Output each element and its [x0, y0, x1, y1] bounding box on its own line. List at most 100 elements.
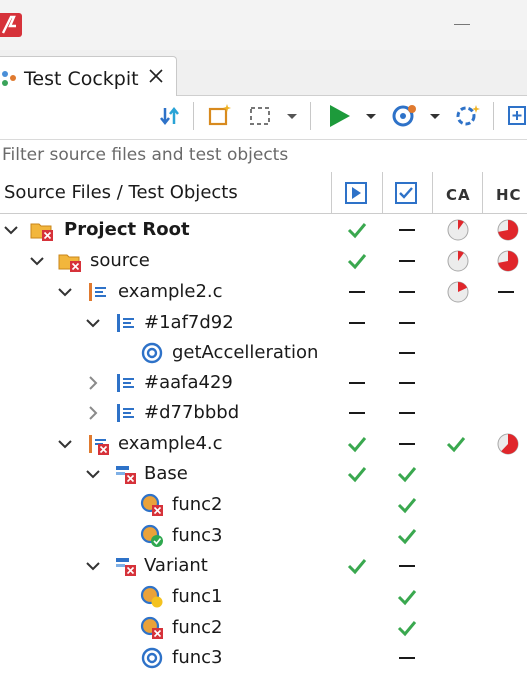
- column-header: Source Files / Test Objects CA HC: [0, 172, 527, 214]
- result-status: [397, 587, 417, 607]
- tree-row[interactable]: example4.c: [0, 429, 527, 459]
- chevron-down-icon[interactable]: [84, 314, 102, 332]
- tree-row[interactable]: #d77bbbd: [0, 398, 527, 428]
- hc-coverage: [496, 403, 516, 423]
- select-frame-icon[interactable]: [248, 100, 274, 132]
- node-label: #1af7d92: [144, 312, 234, 333]
- ca-coverage: [446, 648, 466, 668]
- hc-coverage: [496, 648, 516, 668]
- node-label: Variant: [144, 555, 208, 576]
- run-status: [347, 556, 367, 576]
- chevron-right-icon[interactable]: [84, 374, 102, 392]
- function-target-icon: [140, 341, 164, 365]
- ca-coverage-pie: [446, 218, 470, 242]
- ca-coverage: [446, 373, 466, 393]
- result-status: [397, 495, 417, 515]
- run-status: [347, 648, 367, 668]
- hc-coverage-pie: [496, 249, 520, 273]
- tree-row[interactable]: Base: [0, 459, 527, 489]
- result-status: [397, 618, 417, 638]
- node-label: func2: [172, 494, 223, 515]
- source-file-error-icon: [86, 432, 110, 456]
- node-label: getAccelleration: [172, 342, 319, 363]
- run-status: [347, 526, 367, 546]
- function-failed-icon: [140, 616, 164, 640]
- new-folder-icon[interactable]: [206, 100, 234, 132]
- hc-coverage: [496, 495, 516, 515]
- node-label: Base: [144, 463, 188, 484]
- result-status: [397, 313, 417, 333]
- ca-coverage: [446, 313, 466, 333]
- coverage-icon[interactable]: [390, 100, 418, 132]
- hc-coverage: [496, 373, 516, 393]
- tree-row[interactable]: source: [0, 246, 527, 276]
- generate-icon[interactable]: [452, 100, 482, 132]
- column-divider[interactable]: [482, 172, 483, 213]
- tree-row[interactable]: func3: [0, 643, 527, 673]
- run-status: [347, 464, 367, 484]
- result-column-icon[interactable]: [394, 181, 418, 205]
- column-divider[interactable]: [331, 172, 332, 213]
- tree-row[interactable]: Project Root: [0, 215, 527, 245]
- module-icon: [114, 371, 138, 395]
- chevron-down-icon[interactable]: [28, 252, 46, 270]
- result-status: [397, 403, 417, 423]
- column-hc[interactable]: HC: [496, 186, 522, 204]
- run-column-icon[interactable]: [344, 181, 368, 205]
- chevron-down-icon[interactable]: [56, 435, 74, 453]
- filter-placeholder: Filter source files and test objects: [2, 145, 289, 165]
- chevron-down-icon[interactable]: [364, 100, 378, 132]
- ca-coverage: [446, 618, 466, 638]
- function-warning-icon: [140, 585, 164, 609]
- hc-coverage-pie: [496, 218, 520, 242]
- test-cockpit-icon: [0, 69, 18, 87]
- toolbar: [0, 96, 527, 138]
- refresh-icon[interactable]: [158, 100, 182, 132]
- tree-row[interactable]: func3: [0, 521, 527, 551]
- tab-test-cockpit[interactable]: Test Cockpit: [0, 56, 177, 96]
- chevron-down-icon[interactable]: [428, 100, 442, 132]
- node-label: func2: [172, 617, 223, 638]
- column-divider[interactable]: [382, 172, 383, 213]
- tree-row[interactable]: #1af7d92: [0, 308, 527, 338]
- toolbar-separator: [193, 102, 194, 130]
- chevron-down-icon[interactable]: [84, 465, 102, 483]
- column-divider[interactable]: [432, 172, 433, 213]
- tree-row[interactable]: getAccelleration: [0, 338, 527, 368]
- toolbar-separator: [310, 102, 311, 130]
- tree-row[interactable]: func1: [0, 582, 527, 612]
- minimize-button[interactable]: [454, 24, 470, 25]
- module-icon: [114, 311, 138, 335]
- expand-icon[interactable]: [505, 100, 527, 132]
- ca-coverage: [446, 403, 466, 423]
- tree-row[interactable]: Variant: [0, 551, 527, 581]
- run-status: [347, 495, 367, 515]
- chevron-down-icon[interactable]: [56, 283, 74, 301]
- filter-input[interactable]: Filter source files and test objects: [0, 139, 527, 173]
- close-icon[interactable]: [146, 66, 166, 86]
- function-failed-icon: [140, 493, 164, 517]
- hc-coverage: [496, 343, 516, 363]
- result-status: [397, 282, 417, 302]
- ca-coverage: [446, 526, 466, 546]
- tree-row[interactable]: #aafa429: [0, 368, 527, 398]
- tab-strip: Test Cockpit: [0, 50, 527, 96]
- result-status: [397, 251, 417, 271]
- hc-coverage: [496, 526, 516, 546]
- chevron-down-icon[interactable]: [285, 100, 299, 132]
- chevron-right-icon[interactable]: [84, 404, 102, 422]
- run-status: [347, 343, 367, 363]
- ca-coverage: [446, 434, 466, 454]
- module-icon: [114, 401, 138, 425]
- tab-title: Test Cockpit: [24, 68, 139, 90]
- column-source-files[interactable]: Source Files / Test Objects: [4, 182, 238, 203]
- run-status: [347, 587, 367, 607]
- chevron-down-icon[interactable]: [2, 221, 20, 239]
- tree-row[interactable]: func2: [0, 490, 527, 520]
- hc-coverage: [496, 618, 516, 638]
- tree-row[interactable]: example2.c: [0, 277, 527, 307]
- run-icon[interactable]: [326, 100, 354, 132]
- chevron-down-icon[interactable]: [84, 557, 102, 575]
- tree-row[interactable]: func2: [0, 613, 527, 643]
- column-ca[interactable]: CA: [446, 186, 471, 204]
